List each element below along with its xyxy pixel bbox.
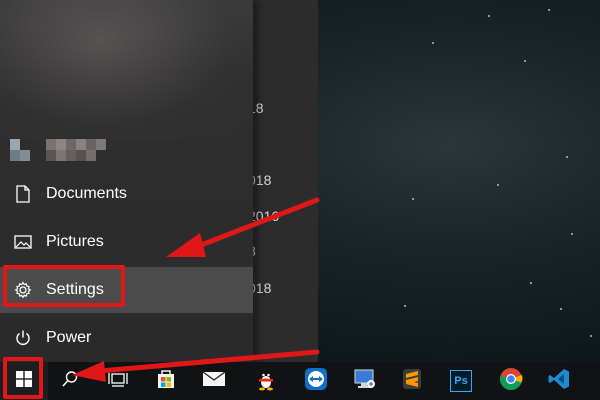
settings-highlight-annotation — [3, 265, 125, 307]
sublime-button[interactable] — [388, 362, 436, 400]
menu-glow — [0, 0, 253, 140]
document-icon — [0, 171, 46, 217]
menu-item-label: Pictures — [46, 233, 104, 250]
qq-button[interactable] — [242, 362, 290, 400]
task-view-icon — [108, 371, 128, 392]
search-icon — [61, 370, 79, 393]
star — [560, 308, 562, 310]
menu-item-documents[interactable]: Documents — [0, 171, 253, 217]
teamviewer-button[interactable] — [292, 362, 340, 400]
penguin-icon — [256, 367, 276, 396]
start-menu: Documents Pictures Settings Power — [0, 0, 253, 362]
taskbar: Ps — [0, 362, 600, 400]
username-pixel — [66, 150, 76, 161]
star — [590, 335, 592, 337]
avatar-pixel — [10, 139, 20, 150]
menu-item-power[interactable]: Power — [0, 315, 253, 361]
star — [432, 42, 434, 44]
mail-button[interactable] — [190, 362, 238, 400]
avatar-pixel — [10, 150, 20, 161]
star — [524, 60, 526, 62]
power-icon — [0, 315, 46, 361]
star — [488, 15, 490, 17]
star — [530, 282, 532, 284]
star — [404, 305, 406, 307]
star — [412, 198, 414, 200]
username-pixel — [66, 139, 76, 150]
picture-icon — [0, 219, 46, 265]
store-button[interactable] — [142, 362, 190, 400]
store-icon — [155, 368, 177, 395]
search-button[interactable] — [46, 362, 94, 400]
teamviewer-icon — [304, 367, 328, 396]
vscode-button[interactable] — [535, 362, 583, 400]
chrome-button[interactable] — [487, 362, 535, 400]
star — [571, 233, 573, 235]
username-pixel — [56, 150, 66, 161]
mail-icon — [202, 370, 226, 393]
username-pixel — [46, 150, 56, 161]
username-pixel — [96, 139, 106, 150]
remote-desktop-icon — [353, 368, 377, 395]
chrome-icon — [499, 367, 523, 396]
remote-desktop-button[interactable] — [341, 362, 389, 400]
avatar-pixel — [20, 150, 30, 161]
username-pixel — [46, 139, 56, 150]
username-pixel — [76, 139, 86, 150]
username-pixel — [86, 150, 96, 161]
menu-item-pictures[interactable]: Pictures — [0, 219, 253, 265]
username-pixel — [56, 139, 66, 150]
star — [566, 156, 568, 158]
user-account-blurred[interactable] — [10, 137, 150, 161]
star — [548, 9, 550, 11]
start-highlight-annotation — [3, 357, 43, 399]
sublime-icon — [402, 368, 422, 395]
username-pixel — [76, 150, 86, 161]
vscode-icon — [548, 368, 570, 395]
username-pixel — [86, 139, 96, 150]
task-view-button[interactable] — [94, 362, 142, 400]
star — [497, 184, 499, 186]
menu-item-label: Power — [46, 329, 92, 346]
photoshop-icon: Ps — [450, 370, 472, 392]
menu-item-label: Documents — [46, 185, 127, 202]
photoshop-button[interactable]: Ps — [437, 362, 485, 400]
